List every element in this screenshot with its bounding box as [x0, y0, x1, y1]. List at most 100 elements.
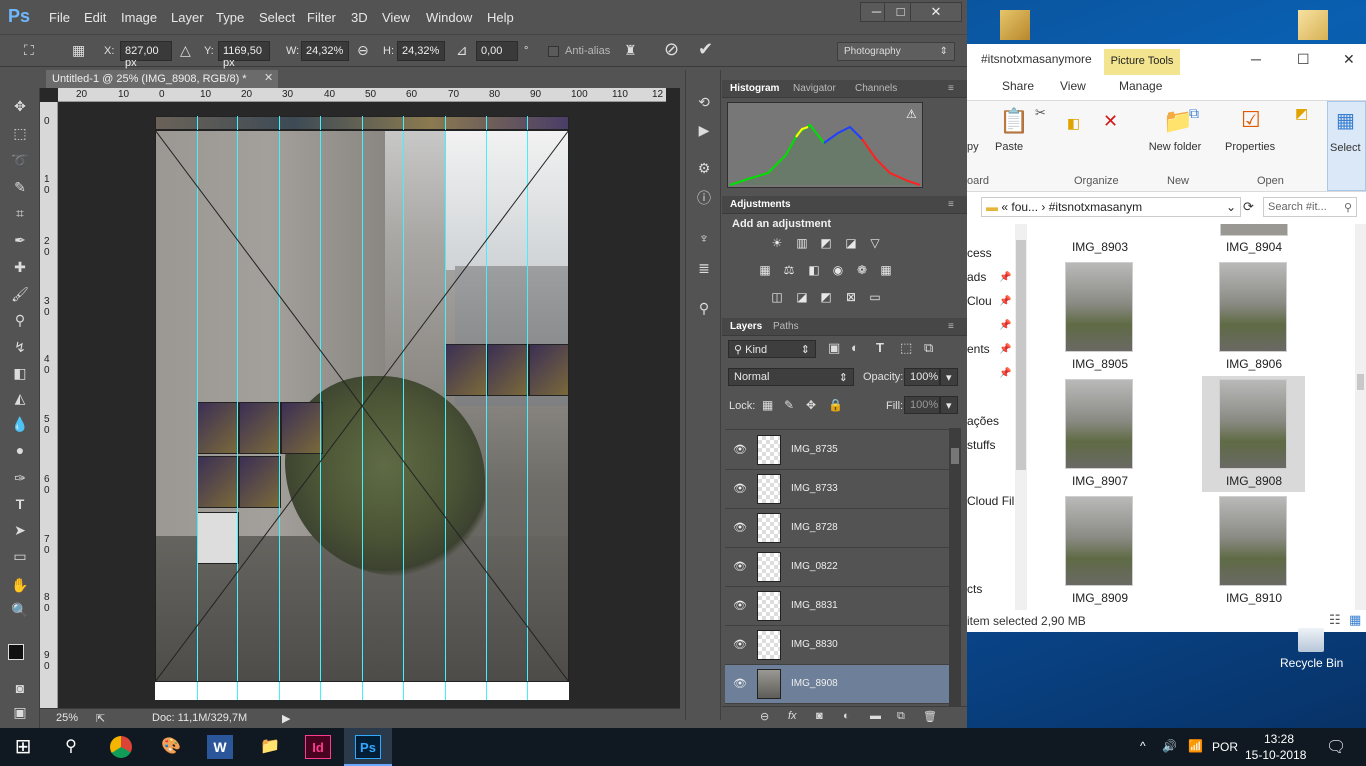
properties-label[interactable]: Properties [1225, 141, 1275, 153]
lock-pixels-icon[interactable]: ✎ [784, 398, 794, 412]
pin-icon[interactable]: 📌 [999, 272, 1011, 283]
file-name[interactable]: IMG_8903 [1050, 240, 1150, 254]
thumbnail-view-icon[interactable]: ▦ [1349, 612, 1361, 628]
fx-icon[interactable]: fx [788, 710, 797, 722]
info-icon[interactable]: ⓘ [694, 188, 714, 208]
menu-select[interactable]: Select [259, 10, 295, 25]
filter-type-icon[interactable]: T [876, 340, 884, 355]
nav-item[interactable]: stuffs [967, 438, 995, 452]
close-button[interactable]: ✕ [910, 2, 962, 22]
warp-icon[interactable]: ♜ [624, 42, 637, 59]
clipboard-icon[interactable]: 📋 [999, 107, 1029, 136]
search-input[interactable]: Search #it... ⚲ [1263, 197, 1357, 217]
menu-type[interactable]: Type [216, 10, 244, 25]
menu-file[interactable]: File [49, 10, 70, 25]
eye-icon[interactable]: 👁 [733, 482, 747, 495]
layer-filter-kind[interactable]: ⚲ Kind ⇕ [728, 340, 816, 358]
layer-row[interactable]: 👁 IMG_8733 [725, 470, 949, 509]
paint-bucket-icon[interactable]: ◭ [6, 386, 34, 410]
chevron-right-icon[interactable]: ▶ [282, 712, 290, 725]
recycle-bin-icon[interactable] [1298, 628, 1324, 652]
select-button[interactable]: ▦ Select [1327, 101, 1366, 191]
content-scrollbar[interactable] [1355, 224, 1366, 610]
file-thumbnail[interactable] [1219, 262, 1287, 352]
delete-icon[interactable]: ✕ [1103, 111, 1118, 132]
quick-select-tool-icon[interactable]: ✎ [6, 175, 34, 199]
menu-help[interactable]: Help [487, 10, 514, 25]
relative-position-icon[interactable]: △ [180, 42, 191, 59]
word-icon[interactable]: W [207, 735, 233, 759]
threshold-icon[interactable]: ◩ [817, 290, 835, 306]
gradient-map-icon[interactable]: ▭ [866, 290, 884, 306]
paste-button-label[interactable]: Paste [995, 141, 1023, 153]
eye-icon[interactable]: 👁 [733, 677, 747, 690]
recycle-bin-label[interactable]: Recycle Bin [1280, 656, 1343, 670]
menu-window[interactable]: Window [426, 10, 472, 25]
history-icon[interactable]: ⟲ [694, 94, 714, 114]
tab-view[interactable]: View [1060, 79, 1086, 93]
h-input[interactable]: 24,32% [397, 41, 445, 61]
brightness-icon[interactable]: ☀ [768, 236, 786, 252]
invert-icon[interactable]: ◫ [768, 290, 786, 306]
windows-start-icon[interactable]: ⊞ [10, 735, 36, 759]
maximize-icon[interactable]: ☐ [1297, 51, 1310, 68]
address-bar[interactable]: ▬ « fou... › #itsnotxmasanym ⌄ [981, 197, 1241, 217]
trash-icon[interactable]: 🗑 [923, 710, 937, 723]
path-select-icon[interactable]: ➤ [6, 518, 34, 542]
marquee-tool-icon[interactable]: ⬚ [6, 121, 34, 145]
eye-icon[interactable]: 👁 [733, 599, 747, 612]
file-explorer-icon[interactable]: 📁 [257, 735, 283, 759]
layer-row[interactable]: 👁 IMG_0822 [725, 548, 949, 587]
color-balance-icon[interactable]: ⚖ [780, 263, 798, 279]
photoshop-taskbar-button[interactable]: Ps [344, 728, 392, 766]
fill-input[interactable]: 100% [904, 396, 940, 414]
layers-scrollbar[interactable] [949, 428, 961, 708]
zoom-tool-icon[interactable]: 🔍 [6, 598, 34, 622]
panel-menu-icon[interactable]: ≡ [948, 199, 954, 210]
filter-adjust-icon[interactable]: ◐ [851, 340, 859, 355]
channel-mixer-icon[interactable]: ❁ [853, 263, 871, 279]
healing-tool-icon[interactable]: ✚ [6, 255, 34, 279]
panel-menu-icon[interactable]: ≡ [948, 83, 954, 94]
filter-image-icon[interactable]: ▣ [828, 340, 840, 356]
move-tool-icon[interactable]: ✥ [6, 94, 34, 118]
pin-icon[interactable]: 📌 [999, 320, 1011, 331]
file-thumbnail[interactable] [1065, 496, 1133, 586]
play-icon[interactable]: ▶ [694, 122, 714, 142]
eye-icon[interactable]: 👁 [733, 560, 747, 573]
file-name-selected[interactable]: IMG_8908 [1204, 474, 1304, 488]
lock-position-icon[interactable]: ✥ [806, 398, 816, 412]
nav-item[interactable]: Cloud Fil [967, 494, 1014, 508]
tab-paths[interactable]: Paths [773, 321, 799, 332]
close-icon[interactable]: ✕ [264, 71, 273, 84]
chrome-icon[interactable] [110, 736, 132, 758]
chevron-down-icon[interactable]: ▾ [940, 396, 958, 414]
tab-channels[interactable]: Channels [855, 83, 897, 94]
x-input[interactable]: 827,00 px [120, 41, 172, 69]
refresh-icon[interactable]: ⟳ [1243, 199, 1254, 215]
notification-icon[interactable]: 🗨 [1326, 737, 1346, 757]
document-tab[interactable]: Untitled-1 @ 25% (IMG_8908, RGB/8) * [46, 70, 278, 88]
eye-icon[interactable]: 👁 [733, 443, 747, 456]
menu-layer[interactable]: Layer [171, 10, 204, 25]
open-icon[interactable]: ◩ [1295, 105, 1308, 122]
tab-adjustments[interactable]: Adjustments [730, 199, 791, 210]
menu-image[interactable]: Image [121, 10, 157, 25]
selective-color-icon[interactable]: ⊠ [842, 290, 860, 306]
file-name[interactable]: IMG_8906 [1204, 357, 1304, 371]
nav-item[interactable]: Clou [967, 294, 992, 308]
clock-date[interactable]: 15-10-2018 [1245, 748, 1306, 762]
posterize-icon[interactable]: ◪ [793, 290, 811, 306]
color-lookup-icon[interactable]: ▦ [877, 263, 895, 279]
photo-filter-icon[interactable]: ◉ [829, 263, 847, 279]
clone-source-icon[interactable]: ⚲ [694, 300, 714, 320]
layer-row[interactable]: 👁 IMG_8831 [725, 587, 949, 626]
foreground-color-swatch[interactable] [8, 644, 24, 660]
link-layers-icon[interactable]: ⊖ [760, 710, 769, 723]
anti-alias-checkbox[interactable] [548, 46, 559, 57]
scrollbar-thumb[interactable] [1016, 240, 1026, 470]
history-brush-icon[interactable]: ↯ [6, 335, 34, 359]
file-name[interactable]: IMG_8905 [1050, 357, 1150, 371]
panel-menu-icon[interactable]: ≡ [948, 321, 954, 332]
brush-presets-icon[interactable]: ♆ [694, 230, 714, 250]
